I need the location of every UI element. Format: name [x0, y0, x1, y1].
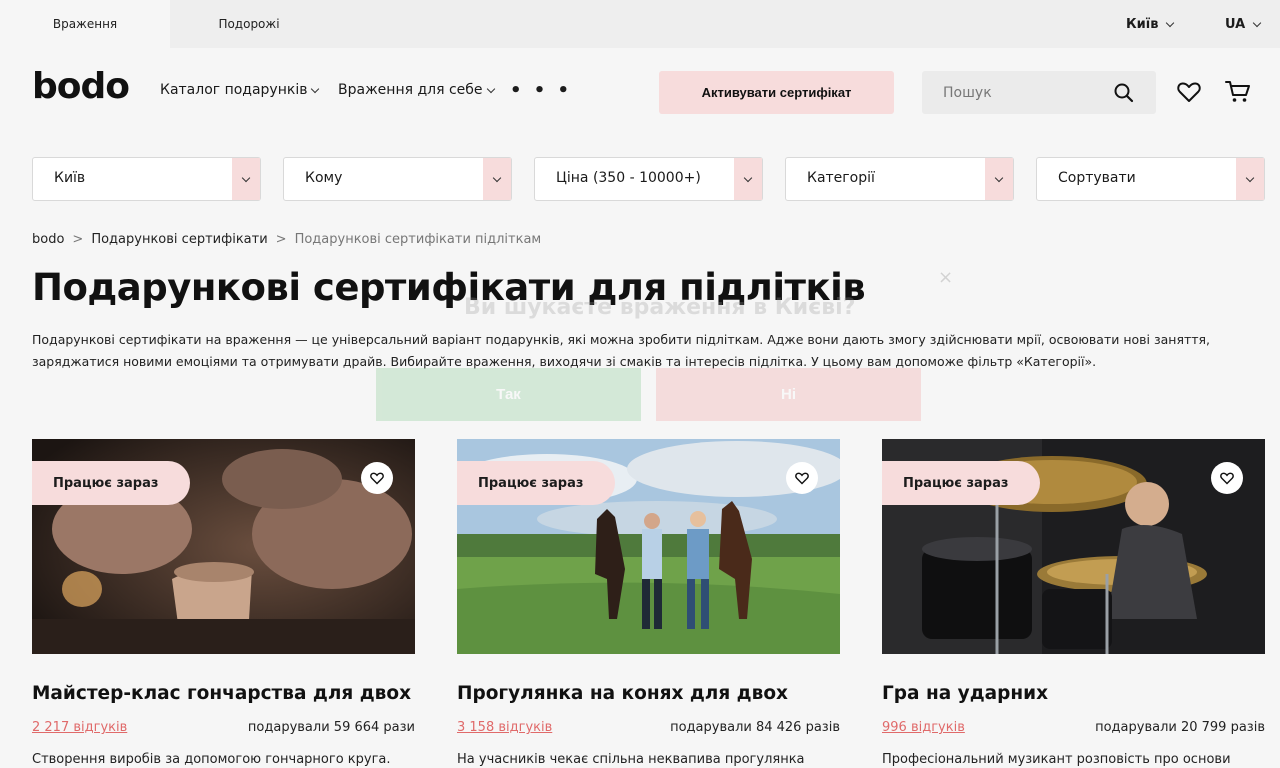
breadcrumb-separator: > [275, 232, 287, 247]
breadcrumb-gift-certificates[interactable]: Подарункові сертифікати [91, 232, 267, 247]
tab-travel[interactable]: Подорожі [170, 0, 328, 48]
product-title[interactable]: Прогулянка на конях для двох [457, 683, 788, 704]
search-input[interactable] [922, 71, 1102, 114]
city-label: Київ [1126, 16, 1159, 32]
chevron-down-icon [492, 173, 502, 182]
chevron-down-icon [1166, 18, 1175, 27]
breadcrumb-home[interactable]: bodo [32, 232, 64, 247]
breadcrumb: bodo > Подарункові сертифікати > Подарун… [32, 232, 541, 247]
status-badge: Працює зараз [32, 461, 191, 505]
search-box [922, 71, 1156, 114]
breadcrumb-separator: > [72, 232, 84, 247]
city-selector[interactable]: Київ [1126, 0, 1175, 48]
status-badge: Працює зараз [882, 461, 1041, 505]
filter-sort-label: Сортувати [1058, 170, 1136, 186]
chevron-down-icon [1252, 18, 1262, 27]
search-icon[interactable] [1112, 81, 1136, 105]
top-strip: Враження Подорожі Київ UA [0, 0, 1280, 48]
reviews-link[interactable]: 3 158 відгуків [457, 720, 552, 735]
dropdown-toggle[interactable] [483, 158, 511, 200]
language-selector[interactable]: UA [1225, 0, 1262, 48]
language-label: UA [1225, 16, 1246, 32]
chevron-down-icon [1245, 173, 1255, 182]
popup-no-button[interactable]: Ні [656, 368, 921, 421]
gifted-count: подарували 20 799 разів [1095, 720, 1265, 735]
cart-icon[interactable] [1224, 78, 1252, 106]
dropdown-toggle[interactable] [1236, 158, 1264, 200]
tab-experiences[interactable]: Враження [0, 0, 170, 48]
gifted-count: подарували 84 426 разів [670, 720, 840, 735]
more-menu-icon[interactable]: • • • [510, 80, 572, 101]
breadcrumb-current: Подарункові сертифікати підліткам [294, 232, 542, 247]
filter-categories[interactable]: Категорії [785, 157, 1014, 201]
product-description: Професіональний музикант розповість про … [882, 752, 1231, 767]
filter-sort[interactable]: Сортувати [1036, 157, 1265, 201]
reviews-link[interactable]: 996 відгуків [882, 720, 965, 735]
filter-city[interactable]: Київ [32, 157, 261, 201]
activate-certificate-button[interactable]: Активувати сертифікат [659, 71, 894, 114]
heart-icon [1220, 472, 1234, 485]
popup-question: Ви шукаєте враження в Києві? [464, 295, 856, 320]
nav-experiences-for-self-label: Враження для себе [338, 82, 483, 98]
filter-categories-label: Категорії [807, 170, 875, 186]
nav-experiences-for-self[interactable]: Враження для себе [338, 78, 495, 102]
product-title[interactable]: Гра на ударних [882, 683, 1048, 704]
chevron-down-icon [311, 84, 320, 93]
filter-recipient-label: Кому [305, 170, 343, 186]
favorite-button[interactable] [361, 462, 393, 494]
favorite-button[interactable] [1211, 462, 1243, 494]
logo[interactable]: bodo [32, 66, 130, 107]
reviews-link[interactable]: 2 217 відгуків [32, 720, 127, 735]
dropdown-toggle[interactable] [985, 158, 1013, 200]
product-title[interactable]: Майстер-клас гончарства для двох [32, 683, 411, 704]
heart-icon [370, 472, 384, 485]
filter-price[interactable]: Ціна (350 - 10000+) [534, 157, 763, 201]
dropdown-toggle[interactable] [232, 158, 260, 200]
gifted-count: подарували 59 664 рази [247, 720, 415, 735]
product-description: Створення виробів за допомогою гончарног… [32, 752, 391, 767]
chevron-down-icon [241, 173, 251, 182]
filter-price-label: Ціна (350 - 10000+) [556, 170, 701, 186]
nav-gift-catalog-label: Каталог подарунків [160, 82, 308, 98]
filter-recipient[interactable]: Кому [283, 157, 512, 201]
filter-city-label: Київ [54, 170, 86, 186]
status-badge: Працює зараз [457, 461, 616, 505]
product-description: На учасників чекає спільна неквапива про… [457, 752, 805, 767]
popup-yes-button[interactable]: Так [376, 368, 641, 421]
favorite-button[interactable] [786, 462, 818, 494]
nav-gift-catalog[interactable]: Каталог подарунків [160, 78, 320, 102]
chevron-down-icon [994, 173, 1004, 182]
close-icon[interactable]: × [938, 267, 953, 288]
heart-icon[interactable] [1175, 78, 1203, 106]
chevron-down-icon [743, 173, 753, 182]
chevron-down-icon [486, 84, 495, 93]
heart-icon [795, 472, 809, 485]
dropdown-toggle[interactable] [734, 158, 762, 200]
